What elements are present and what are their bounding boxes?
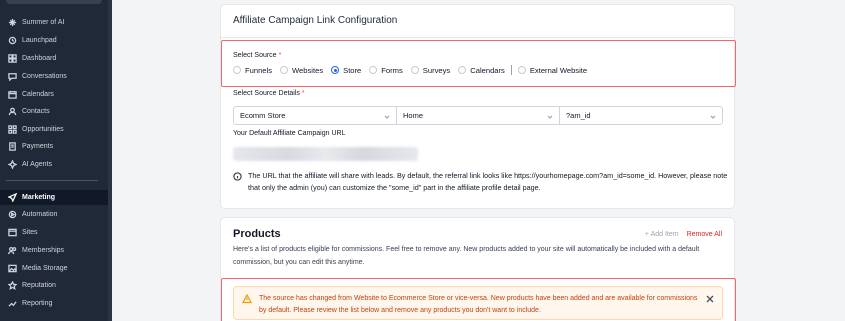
radio-circle-selected[interactable]: [331, 66, 340, 74]
sidebar-item-calendars[interactable]: Calendars: [0, 87, 108, 102]
radio-store[interactable]: Store: [331, 66, 361, 75]
radio-websites[interactable]: Websites: [280, 66, 323, 75]
sidebar-item-label: Opportunities: [22, 126, 64, 133]
opportunities-icon: [8, 125, 17, 134]
source-details-selects: Ecomm Store Home ?am_id: [233, 106, 723, 125]
sidebar-item-label: Contacts: [22, 108, 50, 115]
reporting-icon: [8, 299, 17, 308]
products-title: Products: [233, 228, 281, 240]
sidebar-item-label: Marketing: [22, 194, 56, 201]
marketing-icon: [8, 193, 17, 202]
sidebar-item-sites[interactable]: Sites: [0, 225, 108, 240]
remove-all-button[interactable]: Remove All: [687, 231, 722, 238]
campaign-config-card: Affiliate Campaign Link Configuration Se…: [220, 4, 736, 209]
sidebar-divider: [6, 180, 98, 181]
products-description: Here's a list of products eligible for c…: [233, 246, 700, 266]
sidebar-item-label: Conversations: [22, 73, 67, 80]
sidebar-item-memberships[interactable]: Memberships: [0, 243, 108, 258]
sidebar-item-label: Dashboard: [22, 55, 57, 62]
dashboard-icon: [8, 54, 17, 63]
sidebar-top-strip: [6, 0, 102, 4]
select-source-label: Select Source *: [233, 52, 282, 59]
sparkle-icon: [8, 18, 17, 27]
required-mark: *: [301, 90, 305, 97]
radio-forms[interactable]: Forms: [369, 66, 403, 75]
ai-agents-icon: [8, 160, 17, 169]
automation-icon: [8, 210, 17, 219]
sidebar-item-label: Sites: [22, 229, 38, 236]
sidebar-item-label: Calendars: [22, 91, 54, 98]
radio-circle[interactable]: [458, 66, 467, 74]
close-icon[interactable]: [706, 295, 714, 303]
sidebar-item-conversations[interactable]: Conversations: [0, 69, 108, 84]
sites-icon: [8, 228, 17, 237]
radio-separator: [510, 65, 512, 75]
default-url-label: Your Default Affiliate Campaign URL: [233, 130, 346, 137]
store-select[interactable]: Ecomm Store: [234, 107, 397, 124]
add-item-button[interactable]: + Add Item: [645, 231, 679, 238]
sidebar-item-reporting[interactable]: Reporting: [0, 296, 108, 311]
chat-icon: [8, 72, 17, 81]
calendar-icon: [8, 90, 17, 99]
sidebar: Summer of AI Launchpad Dashboard Convers…: [0, 0, 108, 321]
sidebar-item-contacts[interactable]: Contacts: [0, 104, 108, 119]
sidebar-item-dashboard[interactable]: Dashboard: [0, 51, 108, 66]
warning-icon: [241, 293, 253, 304]
media-storage-icon: [8, 264, 17, 273]
sidebar-item-opportunities[interactable]: Opportunities: [0, 122, 108, 137]
sidebar-scrollbar[interactable]: [108, 0, 112, 321]
sidebar-item-label: Reputation: [22, 282, 56, 289]
launchpad-icon: [8, 36, 17, 45]
sidebar-item-reputation[interactable]: Reputation: [0, 278, 108, 293]
sidebar-item-label: Payments: [22, 143, 54, 150]
sidebar-item-label: AI Agents: [22, 161, 52, 168]
sidebar-item-label: Summer of AI: [22, 19, 65, 26]
radio-circle[interactable]: [369, 66, 378, 74]
memberships-icon: [8, 246, 17, 255]
page-title: Affiliate Campaign Link Configuration: [233, 15, 398, 26]
page-select[interactable]: Home: [397, 107, 560, 124]
url-info: The URL that the affiliate will share wi…: [233, 170, 728, 193]
radio-circle[interactable]: [410, 66, 419, 74]
sidebar-item-summer-of-ai[interactable]: Summer of AI: [0, 15, 108, 30]
param-select[interactable]: ?am_id: [560, 107, 722, 124]
sidebar-item-label: Media Storage: [22, 265, 68, 272]
chevron-down-icon: [384, 113, 390, 119]
reputation-icon: [8, 281, 17, 290]
radio-circle[interactable]: [280, 66, 289, 74]
sidebar-item-ai-agents[interactable]: AI Agents: [0, 157, 108, 172]
blurred-url[interactable]: [233, 147, 418, 161]
radio-external-website[interactable]: External Website: [517, 66, 587, 75]
radio-circle[interactable]: [233, 66, 241, 74]
radio-calendars[interactable]: Calendars: [458, 66, 505, 75]
radio-circle[interactable]: [517, 66, 526, 74]
info-icon: [233, 172, 242, 181]
info-text: The URL that the affiliate will share wi…: [248, 171, 728, 192]
source-details-label: Select Source Details *: [233, 90, 305, 97]
source-radio-group: Funnels Websites Store Forms Surveys Cal…: [233, 65, 595, 75]
sidebar-item-label: Reporting: [22, 300, 53, 307]
contacts-icon: [8, 107, 17, 116]
required-mark: *: [278, 52, 282, 59]
source-highlight-box: [221, 40, 736, 87]
payments-icon: [8, 142, 17, 151]
sidebar-item-label: Launchpad: [22, 37, 57, 44]
warning-text: The source has changed from Website to E…: [259, 295, 698, 314]
sidebar-item-launchpad[interactable]: Launchpad: [0, 33, 108, 48]
sidebar-item-automation[interactable]: Automation: [0, 207, 108, 222]
sidebar-item-label: Memberships: [22, 247, 65, 254]
products-card: Products + Add Item Remove All Here's a …: [220, 217, 736, 321]
products-actions: + Add Item Remove All: [645, 231, 722, 238]
sidebar-item-marketing[interactable]: Marketing: [0, 190, 108, 205]
sidebar-item-label: Automation: [22, 211, 58, 218]
chevron-down-icon: [547, 113, 553, 119]
source-change-warning: The source has changed from Website to E…: [233, 286, 723, 320]
sidebar-item-payments[interactable]: Payments: [0, 139, 108, 154]
radio-funnels[interactable]: Funnels: [233, 66, 272, 75]
title-divider: [221, 37, 734, 38]
sidebar-item-media-storage[interactable]: Media Storage: [0, 261, 108, 276]
chevron-down-icon: [710, 113, 716, 119]
radio-surveys[interactable]: Surveys: [410, 66, 450, 75]
